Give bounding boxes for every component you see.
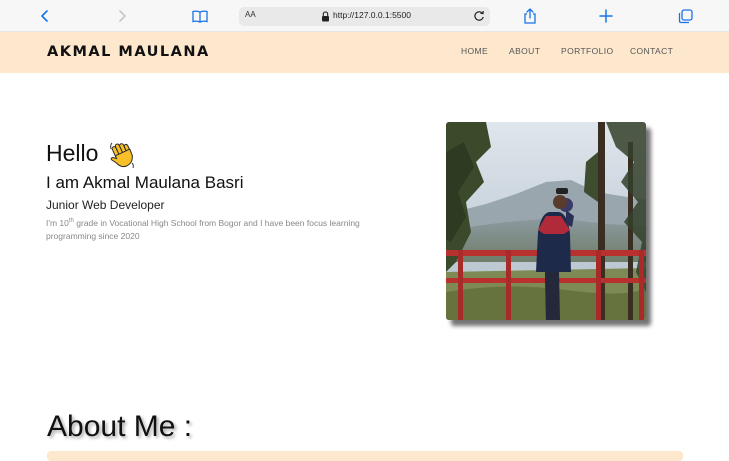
url-text: http://127.0.0.1:5500 <box>333 10 411 20</box>
site-navbar: AKMAL MAULANA HOME ABOUT PORTFOLIO CONTA… <box>0 32 729 73</box>
profile-photo <box>446 122 646 320</box>
nav-link-contact[interactable]: CONTACT <box>630 46 673 56</box>
hero-role: Junior Web Developer <box>46 198 165 212</box>
back-arrow-icon[interactable] <box>35 6 55 26</box>
text-size-button[interactable]: AA <box>245 10 256 19</box>
reload-icon[interactable] <box>472 9 486 23</box>
nav-link-about[interactable]: ABOUT <box>509 46 540 56</box>
forward-arrow-icon[interactable] <box>112 6 132 26</box>
nav-link-portfolio[interactable]: PORTFOLIO <box>561 46 614 56</box>
hero-greeting: Hello <box>46 140 99 166</box>
waving-hand-icon <box>110 142 134 169</box>
lock-icon <box>322 11 329 22</box>
about-card <box>47 451 683 461</box>
browser-toolbar: AA http://127.0.0.1:5500 <box>0 0 729 32</box>
share-icon[interactable] <box>520 6 540 26</box>
site-brand[interactable]: AKMAL MAULANA <box>47 44 210 60</box>
bookmarks-icon[interactable] <box>190 6 210 26</box>
address-bar[interactable]: AA http://127.0.0.1:5500 <box>239 7 490 26</box>
hero-name: I am Akmal Maulana Basri <box>46 173 244 192</box>
nav-link-home[interactable]: HOME <box>461 46 488 56</box>
plus-icon[interactable] <box>596 6 616 26</box>
hero-description: I'm 10th grade in Vocational High School… <box>46 218 360 241</box>
tabs-icon[interactable] <box>675 6 695 26</box>
about-heading: About Me : <box>47 410 193 443</box>
